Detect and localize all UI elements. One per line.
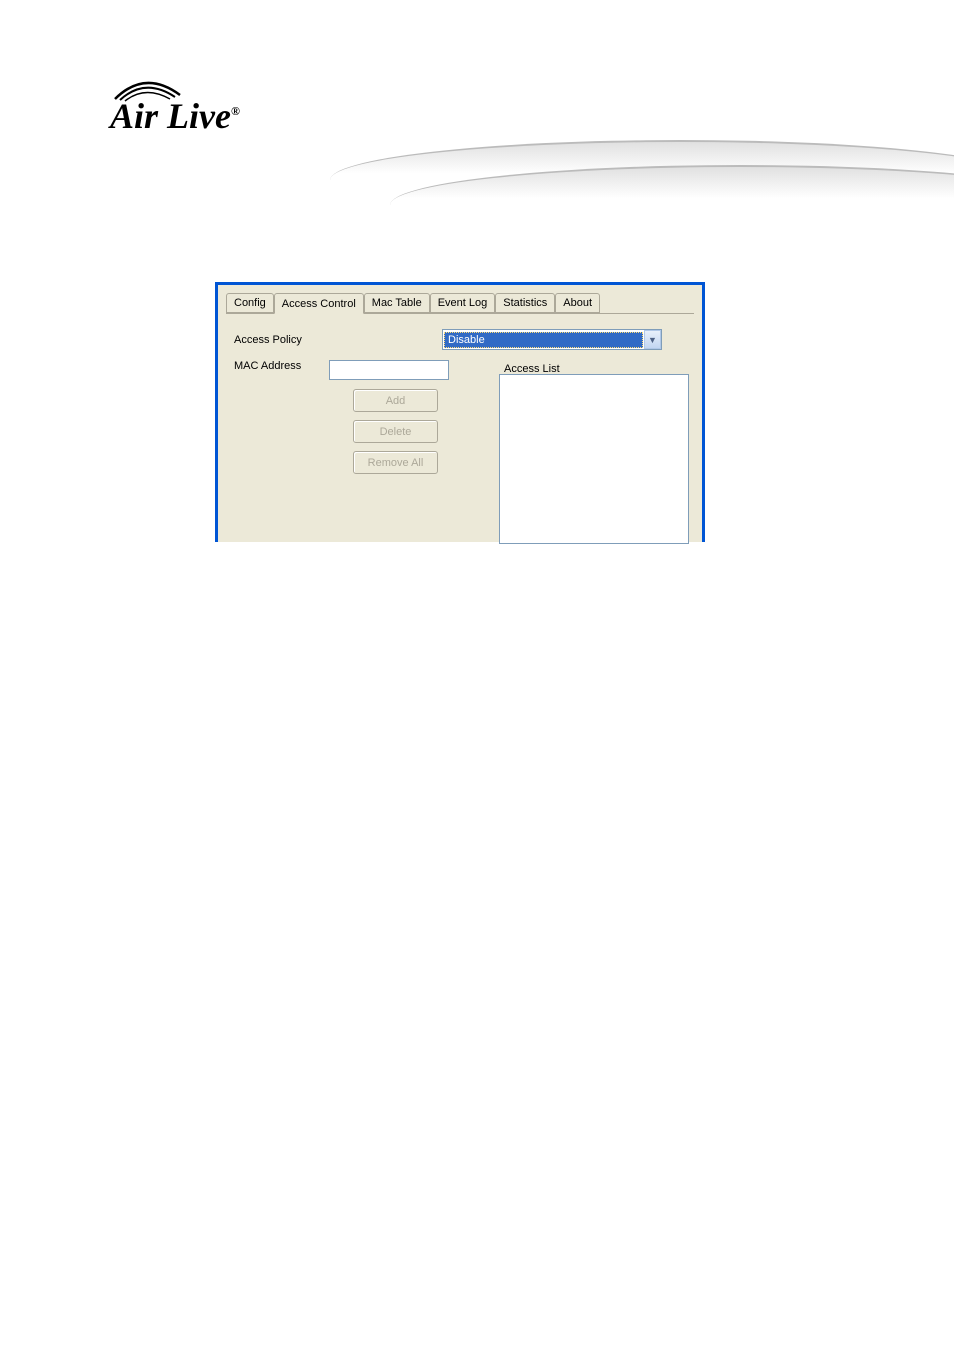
access-policy-dropdown[interactable]: Disable ▼: [442, 329, 662, 350]
access-policy-value: Disable: [444, 332, 643, 348]
tab-content: Access Policy Disable ▼ MAC Address Acce…: [226, 313, 694, 542]
add-button[interactable]: Add: [353, 389, 438, 412]
delete-button[interactable]: Delete: [353, 420, 438, 443]
remove-all-button[interactable]: Remove All: [353, 451, 438, 474]
mac-address-input[interactable]: [329, 360, 449, 380]
tab-event-log[interactable]: Event Log: [430, 293, 496, 313]
tab-config[interactable]: Config: [226, 293, 274, 313]
mac-address-label: MAC Address: [234, 360, 329, 372]
logo-text: Air Live®: [110, 96, 240, 136]
tab-statistics[interactable]: Statistics: [495, 293, 555, 313]
tab-about[interactable]: About: [555, 293, 600, 313]
access-list[interactable]: [499, 374, 689, 544]
tab-access-control[interactable]: Access Control: [274, 293, 364, 314]
tab-bar: Config Access Control Mac Table Event Lo…: [218, 285, 702, 313]
logo: Air Live®: [110, 95, 240, 137]
tab-mac-table[interactable]: Mac Table: [364, 293, 430, 313]
chevron-down-icon[interactable]: ▼: [644, 330, 661, 349]
config-window: Config Access Control Mac Table Event Lo…: [215, 282, 705, 542]
header-decoration: [330, 140, 954, 210]
access-policy-label: Access Policy: [234, 334, 329, 346]
